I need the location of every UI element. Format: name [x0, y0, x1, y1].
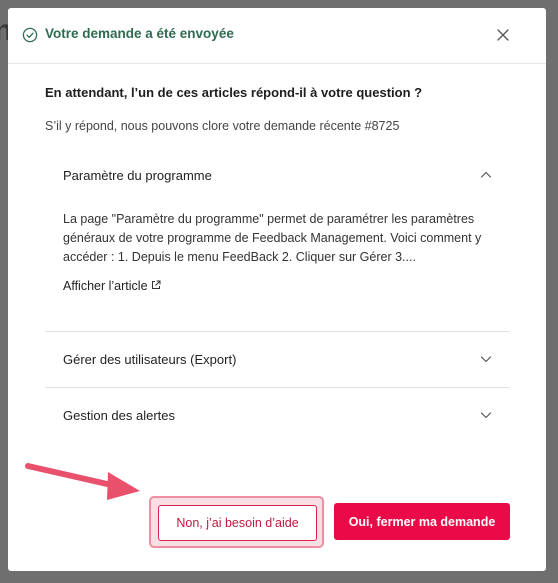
accordion-body: La page "Paramètre du programme" permet …	[45, 210, 510, 331]
need-help-button[interactable]: Non, j’ai besoin d’aide	[158, 505, 317, 541]
question-heading: En attendant, l’un de ces articles répon…	[45, 85, 423, 100]
secondary-button-highlight: Non, j’ai besoin d’aide	[149, 496, 324, 548]
article-accordion: Paramètre du programme La page "Paramètr…	[45, 148, 510, 443]
accordion-header-utilisateurs[interactable]: Gérer des utilisateurs (Export)	[45, 332, 510, 387]
accordion-item: Paramètre du programme La page "Paramètr…	[45, 148, 510, 332]
accordion-title: Paramètre du programme	[63, 168, 212, 183]
chevron-down-icon[interactable]	[480, 353, 492, 365]
accordion-header-parametre[interactable]: Paramètre du programme	[45, 148, 510, 203]
pointer-arrow-icon	[25, 463, 140, 500]
view-article-label: Afficher l’article	[63, 279, 148, 293]
close-request-button[interactable]: Oui, fermer ma demande	[334, 503, 510, 540]
accordion-item: Gérer des utilisateurs (Export)	[45, 332, 510, 388]
chevron-up-icon[interactable]	[480, 169, 492, 181]
request-subtext: S’il y répond, nous pouvons clore votre …	[45, 119, 400, 133]
chevron-down-icon[interactable]	[480, 409, 492, 421]
close-icon[interactable]	[495, 27, 511, 43]
article-excerpt: La page "Paramètre du programme" permet …	[63, 212, 482, 264]
modal-header: Votre demande a été envoyée	[8, 8, 546, 64]
accordion-title: Gérer des utilisateurs (Export)	[63, 352, 237, 367]
accordion-title: Gestion des alertes	[63, 408, 176, 423]
accordion-header-alertes[interactable]: Gestion des alertes	[45, 388, 510, 443]
accordion-item: Gestion des alertes	[45, 388, 510, 443]
external-link-icon	[151, 280, 161, 289]
modal-title: Votre demande a été envoyée	[45, 26, 234, 41]
view-article-link[interactable]: Afficher l’article	[63, 279, 161, 293]
check-circle-icon	[22, 27, 38, 43]
